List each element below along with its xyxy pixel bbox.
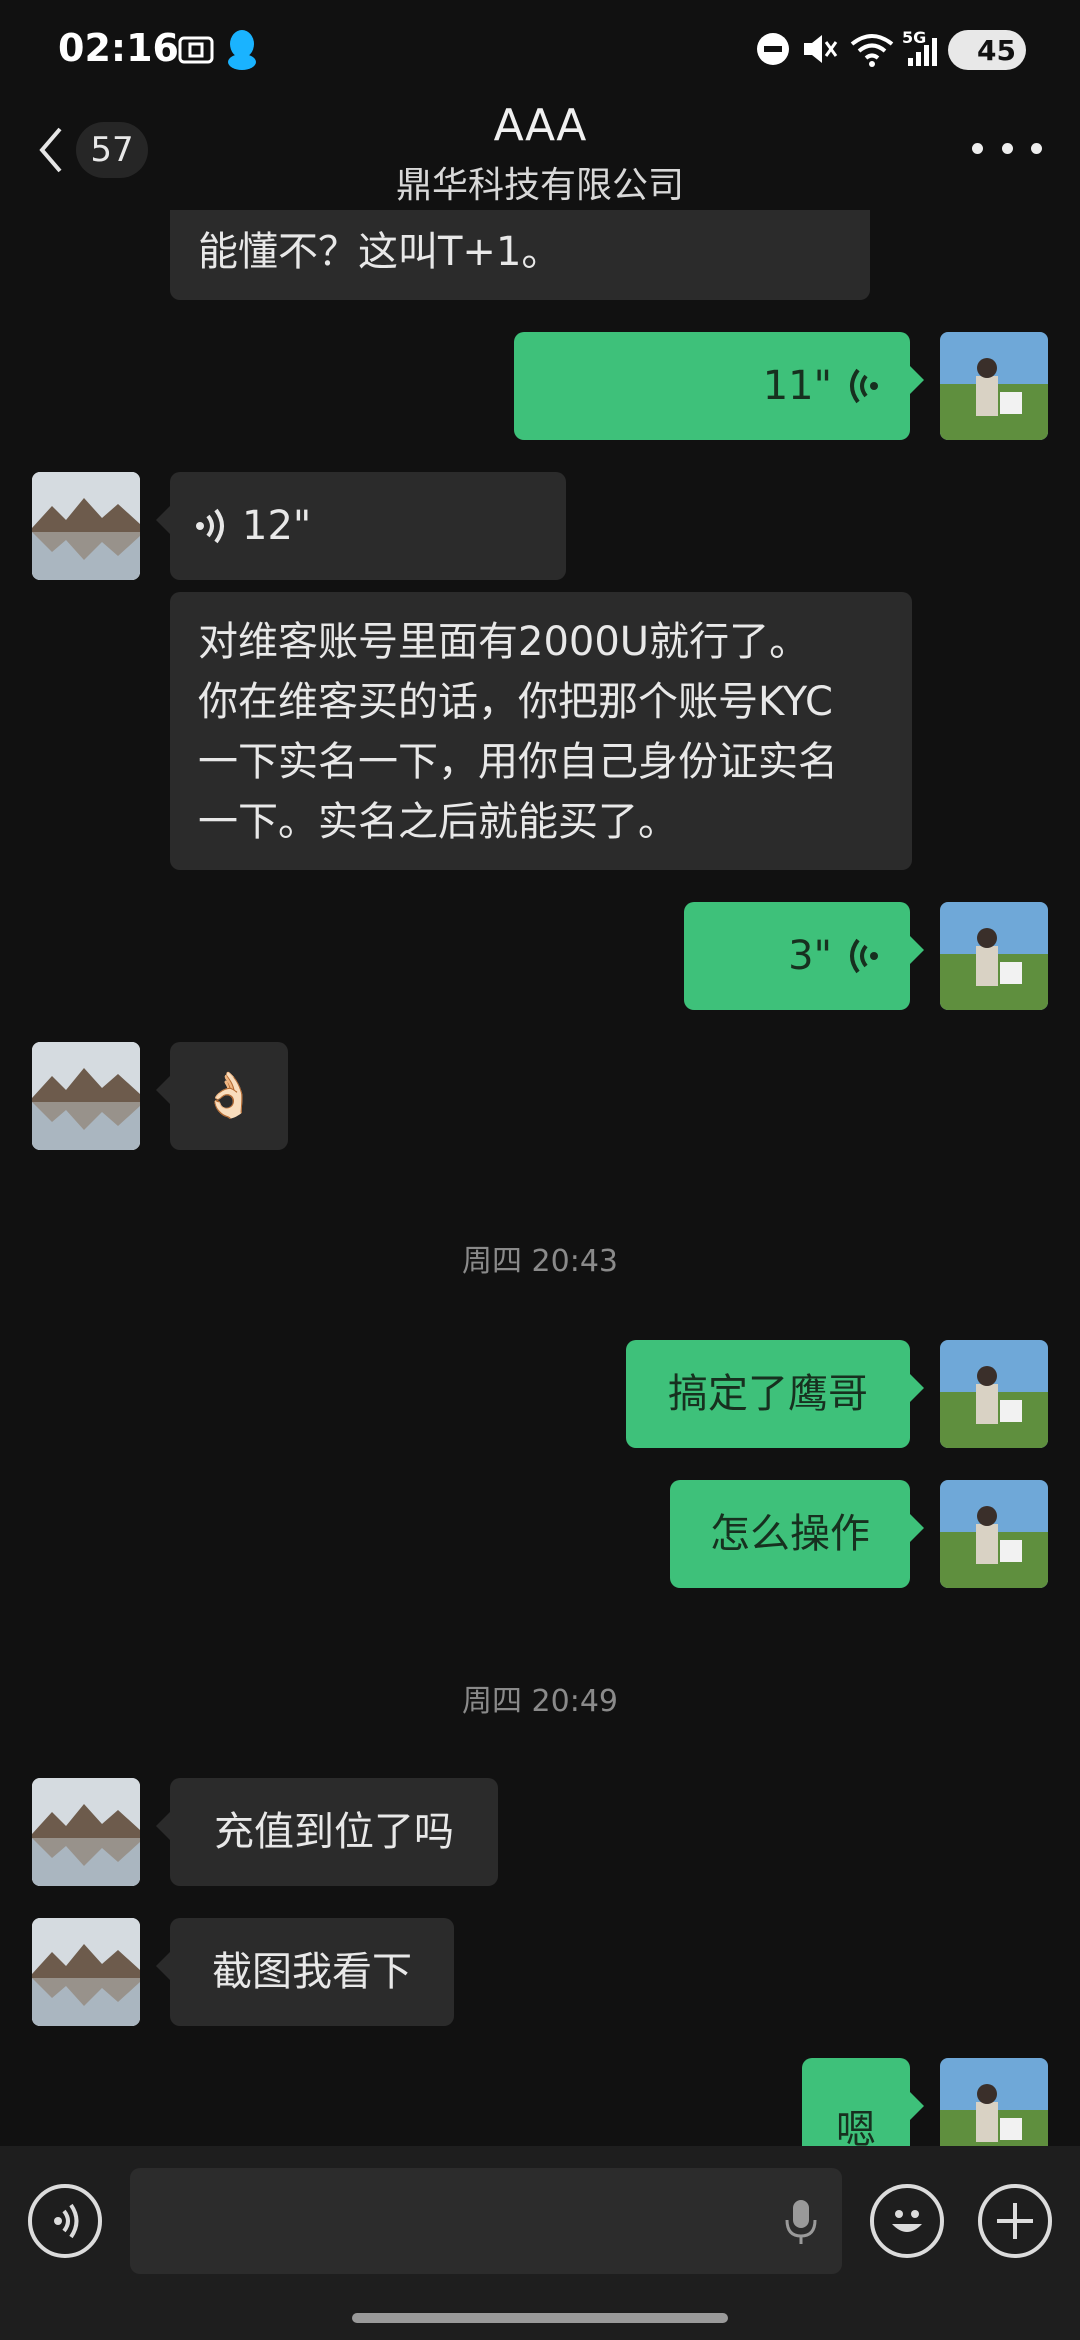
contact-avatar[interactable] xyxy=(32,1042,140,1150)
message-text: 能懂不？这叫T+1。 xyxy=(198,229,562,275)
voice-duration: 12" xyxy=(242,503,312,549)
emoji-button[interactable] xyxy=(870,2184,944,2258)
contact-avatar[interactable] xyxy=(32,1778,140,1886)
wifi-icon xyxy=(848,30,896,74)
status-time: 02:16 xyxy=(58,26,179,70)
voice-message-incoming[interactable]: 12" xyxy=(156,472,566,580)
bubble-tail xyxy=(910,936,924,964)
chat-screen: 02:16 5G 45 57 AAA 鼎华科技有限公司 能懂不？这叫T+1。 1… xyxy=(0,0,1080,2340)
dnd-icon xyxy=(756,32,790,70)
message-text-line: 一下实名一下，用你自己身份证实名 xyxy=(198,739,838,785)
bubble-tail xyxy=(910,1514,924,1542)
chat-subtitle: 鼎华科技有限公司 xyxy=(395,165,684,206)
message-bubble-incoming[interactable]: 充值到位了吗 xyxy=(156,1778,498,1886)
voice-input-button[interactable] xyxy=(28,2184,102,2258)
voice-wave-icon xyxy=(196,508,224,544)
dot-icon xyxy=(972,142,983,154)
more-options-button[interactable] xyxy=(972,128,1042,168)
my-avatar[interactable] xyxy=(940,1480,1048,1588)
smiley-icon xyxy=(892,2210,922,2232)
message-input[interactable] xyxy=(130,2168,842,2274)
bubble-tail xyxy=(910,2092,924,2120)
plus-icon xyxy=(997,2203,1033,2239)
dot-icon xyxy=(1031,142,1042,154)
message-text-line: 你在维客买的话，你把那个账号KYC xyxy=(198,679,833,725)
chat-input-bar xyxy=(0,2146,1080,2340)
more-actions-button[interactable] xyxy=(978,2184,1052,2258)
bubble-tail xyxy=(910,366,924,394)
message-bubble-incoming[interactable]: 对维客账号里面有2000U就行了。 你在维客买的话，你把那个账号KYC 一下实名… xyxy=(170,592,912,870)
message-text: 搞定了鹰哥 xyxy=(668,1371,868,1417)
emoji-text: 👌🏻 xyxy=(201,1070,257,1121)
home-indicator[interactable] xyxy=(352,2313,728,2323)
bubble-tail xyxy=(156,1952,170,1980)
bubble-tail xyxy=(910,1374,924,1402)
message-text-line: 一下。实名之后就能买了。 xyxy=(198,799,678,845)
voice-wave-icon xyxy=(850,368,878,404)
bubble-tail xyxy=(156,1076,170,1104)
emoji-message-incoming[interactable]: 👌🏻 xyxy=(156,1042,288,1150)
status-bar: 02:16 5G 45 xyxy=(0,0,1080,100)
chat-header: 57 AAA 鼎华科技有限公司 xyxy=(0,100,1080,208)
message-bubble-outgoing[interactable]: 搞定了鹰哥 xyxy=(626,1340,924,1448)
message-bubble-incoming[interactable]: 截图我看下 xyxy=(156,1918,454,2026)
battery-level: 45 xyxy=(977,33,1016,67)
message-text-line: 对维客账号里面有2000U就行了。 xyxy=(198,619,810,665)
voice-duration: 3" xyxy=(788,933,832,979)
voice-message-outgoing[interactable]: 3" xyxy=(684,902,924,1010)
battery-icon: 45 xyxy=(948,30,1026,70)
my-avatar[interactable] xyxy=(940,902,1048,1010)
message-bubble-incoming[interactable]: 能懂不？这叫T+1。 xyxy=(170,210,870,300)
dot-icon xyxy=(1001,142,1013,154)
message-text: 截图我看下 xyxy=(212,1949,412,1995)
message-text: 充值到位了吗 xyxy=(214,1809,454,1855)
screenshot-icon xyxy=(176,30,216,74)
chat-timestamp: 周四 20:49 xyxy=(462,1684,618,1719)
qq-icon xyxy=(224,28,260,76)
voice-wave-icon xyxy=(850,938,878,974)
mute-icon xyxy=(800,30,840,72)
bubble-tail xyxy=(156,1812,170,1840)
signal-icon xyxy=(906,36,942,72)
voice-message-outgoing[interactable]: 11" xyxy=(514,332,924,440)
message-bubble-outgoing[interactable]: 怎么操作 xyxy=(670,1480,924,1588)
my-avatar[interactable] xyxy=(940,1340,1048,1448)
bubble-tail xyxy=(156,506,170,534)
voice-wave-icon xyxy=(54,2203,79,2239)
chat-title[interactable]: AAA xyxy=(0,100,1080,151)
contact-avatar[interactable] xyxy=(32,1918,140,2026)
voice-duration: 11" xyxy=(762,363,832,409)
contact-avatar[interactable] xyxy=(32,472,140,580)
message-text: 怎么操作 xyxy=(710,1511,870,1557)
chat-timestamp: 周四 20:43 xyxy=(462,1244,618,1279)
my-avatar[interactable] xyxy=(940,332,1048,440)
microphone-icon[interactable] xyxy=(784,2198,818,2246)
